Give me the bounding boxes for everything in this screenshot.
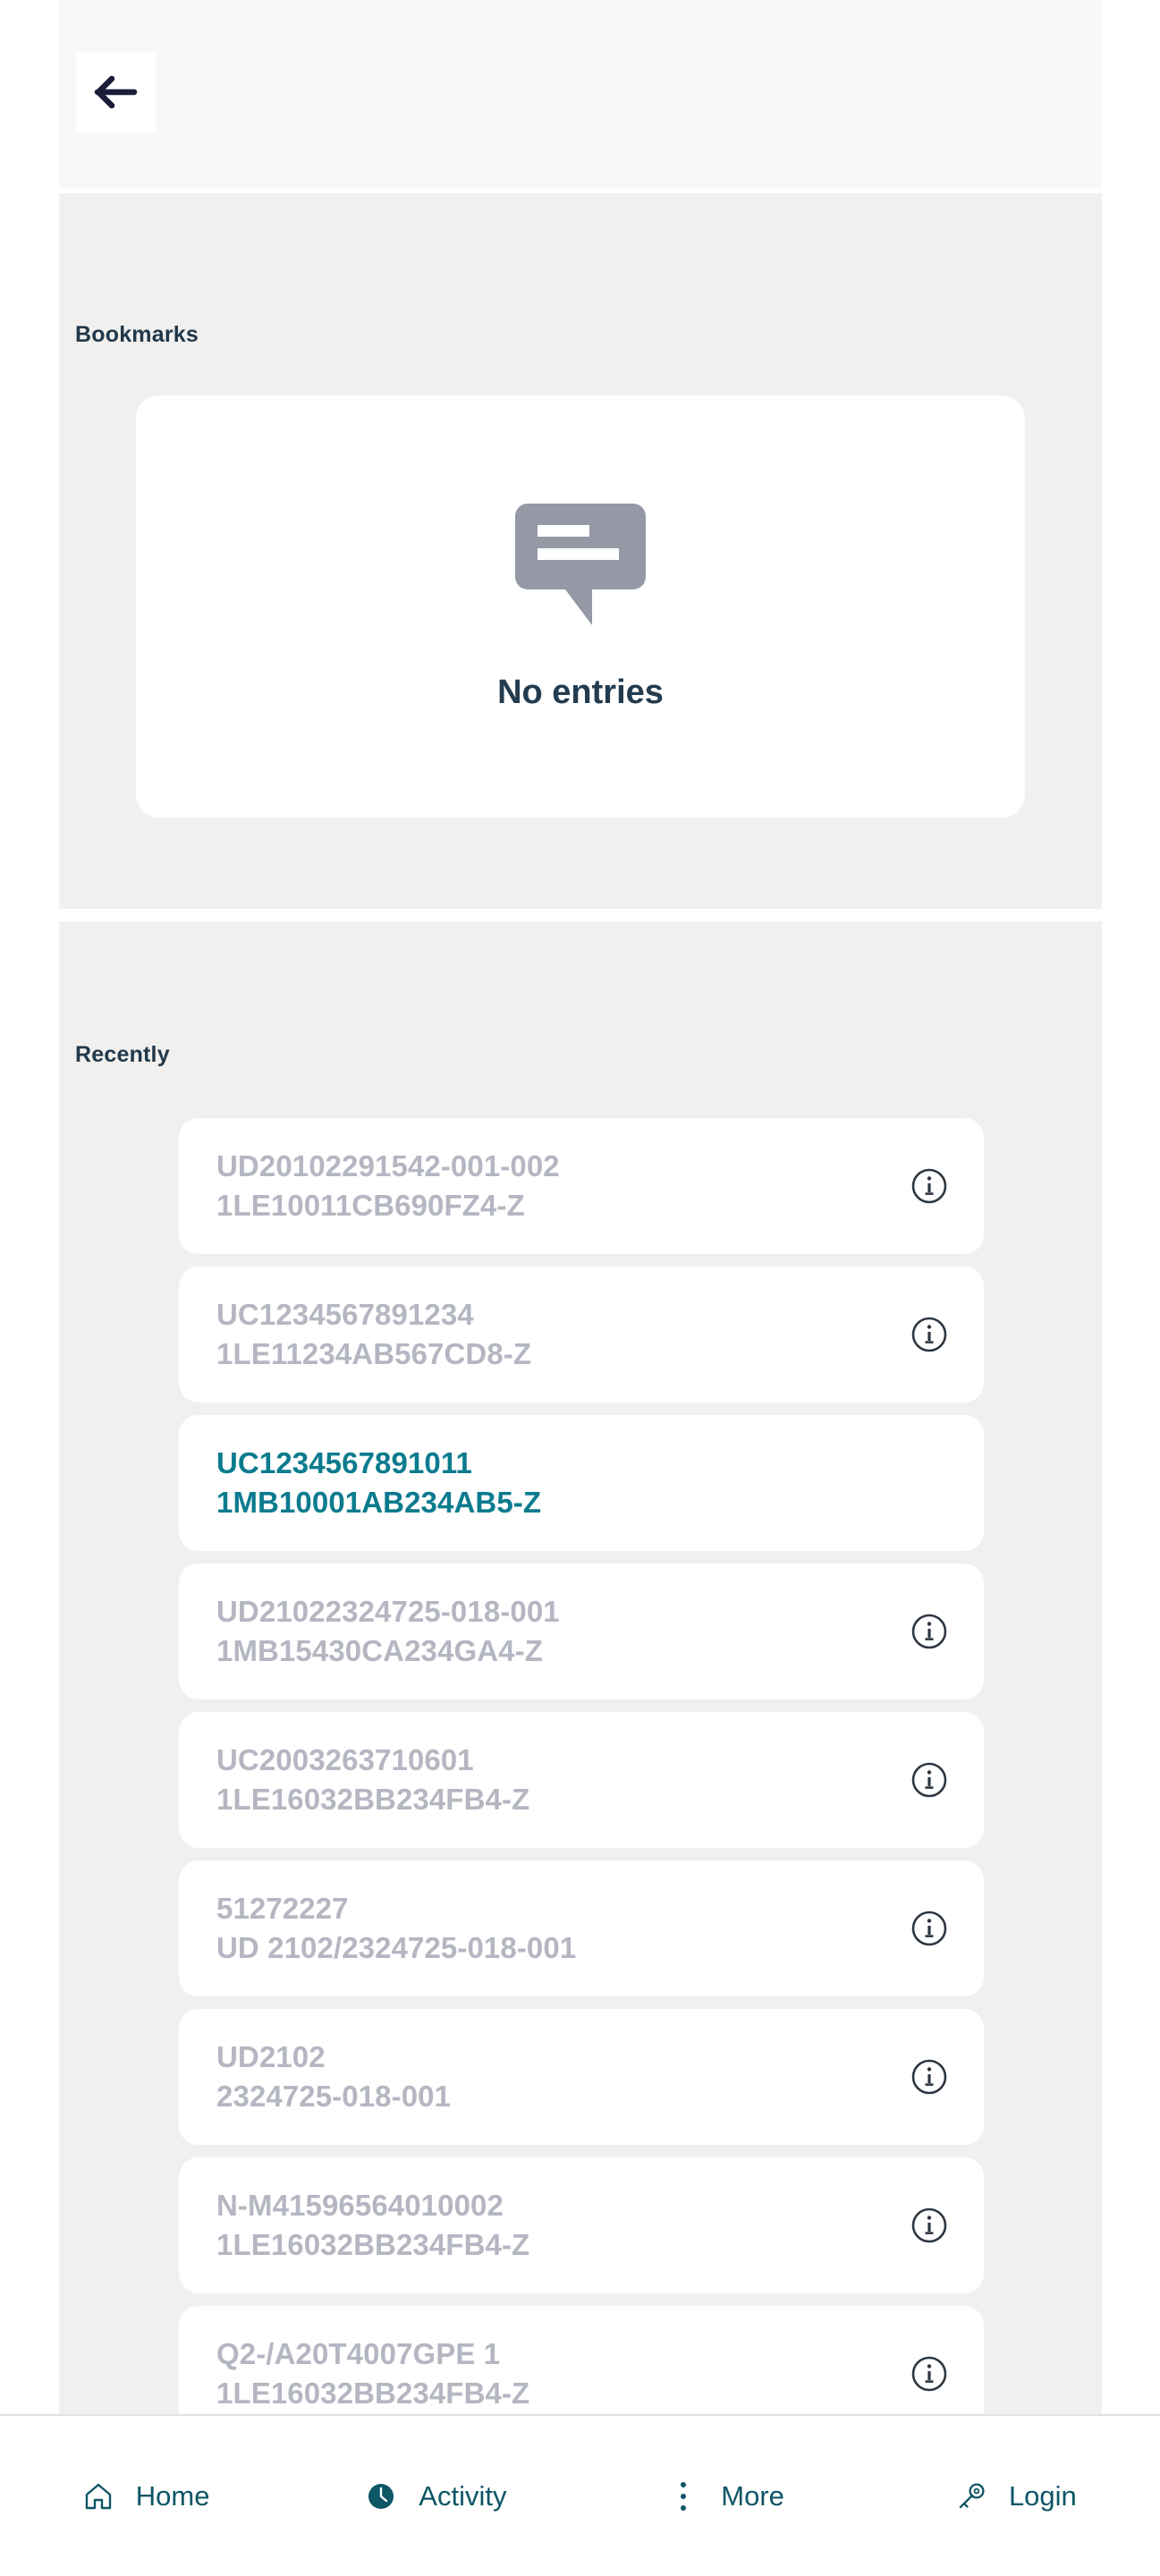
recently-item-lines: UD2102 2324725-018-001 (216, 2038, 898, 2116)
recently-item-line1: UC1234567891011 (216, 1446, 472, 1480)
recently-item-line2: 1LE16032BB234FB4-Z (216, 2228, 530, 2261)
recently-item-line1: 51272227 (216, 1892, 349, 1926)
nav-item-home[interactable]: Home (0, 2416, 290, 2576)
recently-item-line2: 2324725-018-001 (216, 2080, 452, 2113)
nav-item-label: More (721, 2479, 784, 2512)
recently-item-line1: UD2102 (216, 2040, 326, 2074)
info-icon[interactable] (910, 1316, 948, 1353)
page-header (59, 0, 1102, 189)
recently-item-line1: UC2003263710601 (216, 1743, 474, 1777)
info-icon[interactable] (910, 2058, 948, 2096)
info-icon[interactable] (910, 2207, 948, 2244)
bottom-navigation: Home Activity More Login (0, 2414, 1160, 2576)
arrow-left-icon (94, 74, 139, 110)
recently-item-lines: UC1234567891011 1MB10001AB234AB5-Z (216, 1444, 898, 1522)
recently-item-line2: 1LE11234AB567CD8-Z (216, 1337, 532, 1370)
home-icon (80, 2479, 116, 2514)
nav-item-label: Home (135, 2479, 210, 2512)
recently-item-line2: 1MB15430CA234GA4-Z (216, 1634, 543, 1667)
recently-list-item[interactable]: N-M41596564010002 1LE16032BB234FB4-Z (179, 2157, 984, 2293)
recently-item-line1: UC1234567891234 (216, 1298, 474, 1332)
nav-item-more[interactable]: More (580, 2416, 870, 2576)
bookmarks-title: Bookmarks (75, 322, 199, 347)
recently-title: Recently (75, 1042, 170, 1067)
recently-list-item[interactable]: 51272227 UD 2102/2324725-018-001 (179, 1860, 984, 1996)
recently-item-lines: 51272227 UD 2102/2324725-018-001 (216, 1889, 898, 1968)
info-icon[interactable] (910, 1761, 948, 1799)
recently-item-line1: UD20102291542-001-002 (216, 1149, 560, 1183)
recently-list-item[interactable]: UC2003263710601 1LE16032BB234FB4-Z (179, 1712, 984, 1848)
recently-list-item[interactable]: UD2102 2324725-018-001 (179, 2009, 984, 2145)
recently-item-line2: 1MB10001AB234AB5-Z (216, 1486, 542, 1519)
info-icon[interactable] (910, 2355, 948, 2393)
info-icon[interactable] (910, 1167, 948, 1205)
key-icon (953, 2479, 989, 2514)
nav-item-login[interactable]: Login (870, 2416, 1160, 2576)
recently-item-lines: UD21022324725-018-001 1MB15430CA234GA4-Z (216, 1592, 898, 1671)
recently-item-lines: UC2003263710601 1LE16032BB234FB4-Z (216, 1741, 898, 1819)
recently-item-line2: 1LE10011CB690FZ4-Z (216, 1189, 525, 1222)
recently-list-item[interactable]: UC1234567891011 1MB10001AB234AB5-Z (179, 1415, 984, 1551)
recently-item-lines: Q2-/A20T4007GPE 1 1LE16032BB234FB4-Z (216, 2334, 898, 2413)
recently-list-item[interactable]: UD20102291542-001-002 1LE10011CB690FZ4-Z (179, 1118, 984, 1254)
recently-list-item[interactable]: UD21022324725-018-001 1MB15430CA234GA4-Z (179, 1563, 984, 1699)
recently-item-lines: UD20102291542-001-002 1LE10011CB690FZ4-Z (216, 1147, 898, 1225)
nav-item-activity[interactable]: Activity (290, 2416, 580, 2576)
recently-item-line1: UD21022324725-018-001 (216, 1595, 560, 1629)
nav-item-label: Activity (419, 2479, 507, 2512)
recently-item-line2: UD 2102/2324725-018-001 (216, 1931, 577, 1964)
more-vertical-icon (665, 2479, 701, 2514)
recently-item-line2: 1LE16032BB234FB4-Z (216, 1783, 530, 1816)
recently-item-lines: UC1234567891234 1LE11234AB567CD8-Z (216, 1295, 898, 1374)
recently-item-lines: N-M41596564010002 1LE16032BB234FB4-Z (216, 2186, 898, 2265)
speech-bubble-icon (515, 502, 646, 636)
back-button[interactable] (76, 52, 156, 132)
recently-item-line2: 1LE16032BB234FB4-Z (216, 2377, 530, 2410)
recently-list: UD20102291542-001-002 1LE10011CB690FZ4-Z U… (179, 1118, 984, 2454)
info-icon[interactable] (910, 1910, 948, 1947)
clock-icon (363, 2479, 399, 2514)
recently-item-line1: N-M41596564010002 (216, 2189, 504, 2223)
recently-item-line1: Q2-/A20T4007GPE 1 (216, 2337, 501, 2371)
info-icon[interactable] (910, 1613, 948, 1650)
recently-list-item[interactable]: UC1234567891234 1LE11234AB567CD8-Z (179, 1267, 984, 1402)
bookmarks-empty-card: No entries (136, 395, 1025, 818)
nav-item-label: Login (1008, 2479, 1077, 2512)
app-screen: Bookmarks No entries Recently UD20102291… (0, 0, 1160, 2576)
bookmarks-empty-label: No entries (497, 673, 664, 711)
